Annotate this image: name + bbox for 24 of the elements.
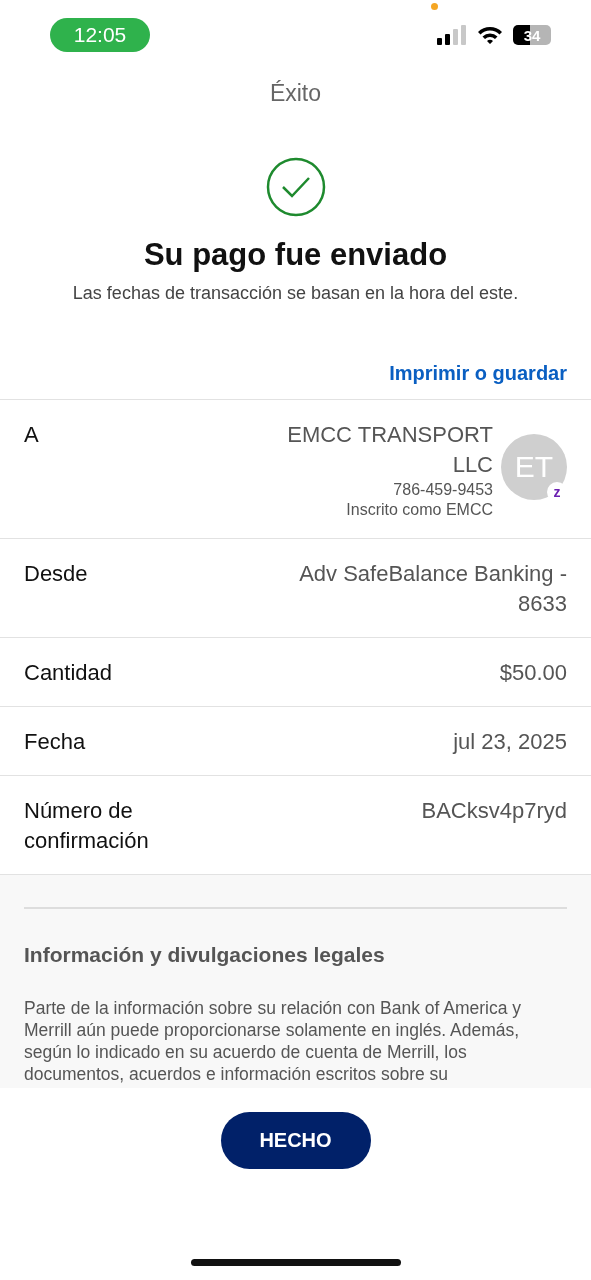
status-time: 12:05 [50,18,150,52]
timezone-note: Las fechas de transacción se basan en la hora del este. [71,283,520,304]
detail-label: Desde [24,560,89,588]
wifi-icon [477,25,503,45]
detail-value: $50.00 [499,659,567,687]
done-button[interactable]: HECHO [220,1112,371,1169]
privacy-dot-icon [431,3,438,10]
signal-icon [437,25,467,45]
enrolled-name: Inscrito como EMCC [346,500,493,520]
detail-label: Fecha [24,728,87,756]
detail-value: jul 23, 2025 [453,728,567,756]
payee-phone: 786-459-9453 [393,480,493,500]
page-title: Éxito [268,80,323,107]
detail-label: Cantidad [24,659,114,687]
legal-text: Parte de la información sobre su relación con Bank of America y Merrill aún puede proporcionarse solamente en inglés. Además, según lo indicado en su acuerdo de cuenta de Merrill, los documentos, acuerdos e información escritos sobre su [24,997,523,1085]
legal-heading: Información y divulgaciones legales [24,943,386,967]
detail-label: Número de confirmación [24,797,150,855]
detail-value: BACksv4p7ryd [421,797,567,825]
success-heading: Su pago fue enviado [142,237,449,273]
print-or-save-link[interactable]: Imprimir o guardar [389,362,567,385]
detail-value: Adv SafeBalance Banking - 8633 [298,560,567,618]
payee-name: EMCC TRANSPORT LLC [286,421,493,479]
detail-label: A [24,421,40,449]
checkmark-circle-icon [265,157,326,217]
